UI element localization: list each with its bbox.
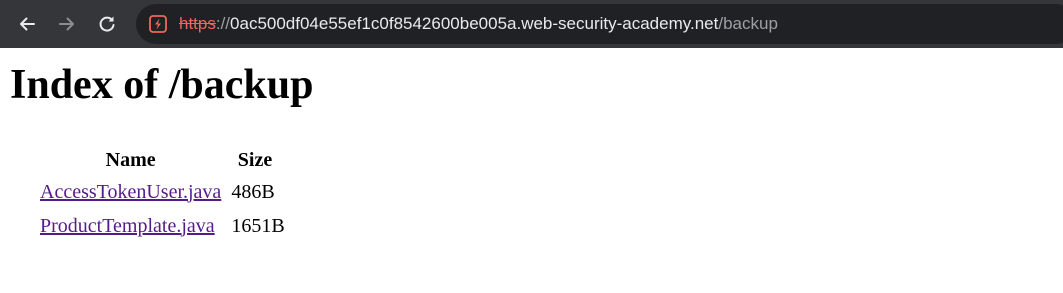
column-header-name: Name: [105, 148, 156, 171]
url-text[interactable]: https://0ac500df04e55ef1c0f8542600be005a…: [179, 14, 778, 34]
reload-icon: [99, 16, 115, 32]
file-size: 1651B: [231, 214, 285, 237]
file-listing-table: Name Size AccessTokenUser.java 486B Prod…: [36, 142, 289, 246]
url-path: /backup: [718, 14, 778, 33]
table-row: ProductTemplate.java 1651B: [40, 212, 285, 240]
arrow-left-icon: [20, 17, 35, 31]
forward-button[interactable]: [52, 9, 82, 39]
file-link[interactable]: ProductTemplate.java: [40, 215, 215, 237]
url-host: 0ac500df04e55ef1c0f8542600be005a.web-sec…: [230, 14, 719, 33]
column-header-size: Size: [237, 148, 273, 171]
back-button[interactable]: [12, 9, 42, 39]
file-size: 486B: [231, 180, 275, 203]
arrow-right-icon: [59, 17, 74, 31]
browser-toolbar: https://0ac500df04e55ef1c0f8542600be005a…: [0, 0, 1063, 48]
file-name-cell: ProductTemplate.java: [40, 212, 221, 240]
url-separator: ://: [215, 14, 231, 33]
reload-button[interactable]: [92, 9, 122, 39]
not-secure-icon: [149, 15, 167, 33]
url-scheme: https: [179, 14, 216, 33]
file-name-cell: AccessTokenUser.java: [40, 178, 221, 206]
table-header-row: Name Size: [40, 148, 285, 172]
not-secure-indicator[interactable]: [147, 13, 169, 35]
page-content: Index of /backup Name Size AccessTokenUs…: [0, 48, 1063, 293]
page-title: Index of /backup: [10, 62, 314, 108]
file-link[interactable]: AccessTokenUser.java: [40, 181, 221, 203]
table-row: AccessTokenUser.java 486B: [40, 178, 285, 206]
address-bar[interactable]: https://0ac500df04e55ef1c0f8542600be005a…: [136, 4, 1063, 44]
